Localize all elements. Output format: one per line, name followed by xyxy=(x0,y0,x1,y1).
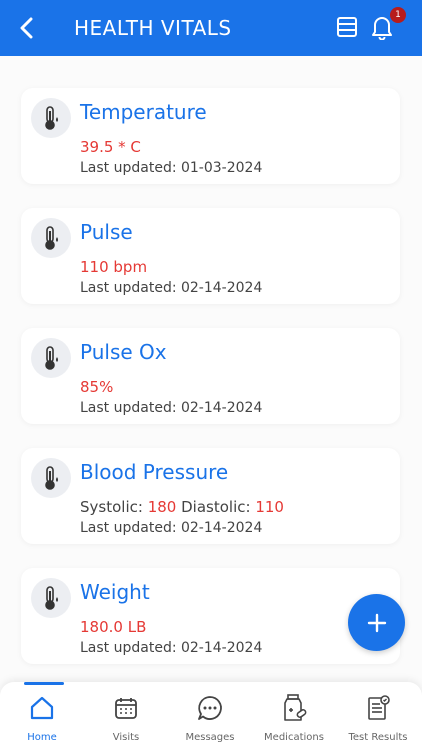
vital-card-pulse[interactable]: Pulse 110 bpm Last updated: 02-14-2024 xyxy=(21,208,400,304)
nav-label: Home xyxy=(27,732,57,743)
vital-card-blood-pressure[interactable]: Blood Pressure Systolic: 180 Diastolic: … xyxy=(21,448,400,544)
systolic-value: 180 xyxy=(147,498,177,516)
home-icon xyxy=(26,692,58,724)
thermometer-icon xyxy=(31,218,71,258)
nav-label: Visits xyxy=(112,732,140,743)
diastolic-label: Diastolic: xyxy=(181,498,251,516)
nav-label: Messages xyxy=(185,732,235,743)
systolic-label: Systolic: xyxy=(80,498,143,516)
nav-medications[interactable]: Medications xyxy=(252,692,336,743)
bottom-navigation: Home Visits Messages Medications Test Re… xyxy=(0,682,422,750)
test-results-icon xyxy=(362,692,394,724)
thermometer-icon xyxy=(31,98,71,138)
page-title: HEALTH VITALS xyxy=(74,16,232,40)
nav-visits[interactable]: Visits xyxy=(84,692,168,743)
vital-card-weight[interactable]: Weight 180.0 LB Last updated: 02-14-2024 xyxy=(21,568,400,664)
chat-icon xyxy=(194,692,226,724)
vital-name: Pulse Ox xyxy=(80,340,167,364)
active-tab-indicator xyxy=(24,682,64,685)
notification-badge: 1 xyxy=(390,7,406,23)
vital-value: Systolic: 180 Diastolic: 110 xyxy=(80,498,284,516)
diastolic-value: 110 xyxy=(255,498,284,516)
add-vital-button[interactable] xyxy=(348,594,405,651)
thermometer-icon xyxy=(31,338,71,378)
back-arrow-icon xyxy=(20,17,33,39)
nav-label: Test Results xyxy=(348,732,408,743)
vital-last-updated: Last updated: 01-03-2024 xyxy=(80,160,263,176)
thermometer-icon xyxy=(31,458,71,498)
vital-value: 180.0 LB xyxy=(80,618,147,636)
vital-value: 85% xyxy=(80,378,114,396)
nav-test-results[interactable]: Test Results xyxy=(336,692,420,743)
nav-messages[interactable]: Messages xyxy=(168,692,252,743)
nav-home[interactable]: Home xyxy=(0,692,84,743)
vital-value: 110 bpm xyxy=(80,258,148,276)
vital-name: Temperature xyxy=(80,100,207,124)
list-view-button[interactable] xyxy=(336,16,362,40)
vital-value: 39.5 * C xyxy=(80,138,141,156)
vital-card-pulse-ox[interactable]: Pulse Ox 85% Last updated: 02-14-2024 xyxy=(21,328,400,424)
vital-last-updated: Last updated: 02-14-2024 xyxy=(80,520,263,536)
vital-card-temperature[interactable]: Temperature 39.5 * C Last updated: 01-03… xyxy=(21,88,400,184)
vital-last-updated: Last updated: 02-14-2024 xyxy=(80,400,263,416)
vital-name: Weight xyxy=(80,580,150,604)
plus-icon xyxy=(367,613,386,632)
vital-name: Blood Pressure xyxy=(80,460,229,484)
calendar-icon xyxy=(110,692,142,724)
medication-icon xyxy=(278,692,310,724)
app-header: HEALTH VITALS 1 xyxy=(0,0,422,56)
list-icon xyxy=(337,17,357,37)
vital-name: Pulse xyxy=(80,220,133,244)
back-button[interactable] xyxy=(12,14,40,42)
thermometer-icon xyxy=(31,578,71,618)
vital-last-updated: Last updated: 02-14-2024 xyxy=(80,640,263,656)
vital-last-updated: Last updated: 02-14-2024 xyxy=(80,280,263,296)
nav-label: Medications xyxy=(264,732,324,743)
